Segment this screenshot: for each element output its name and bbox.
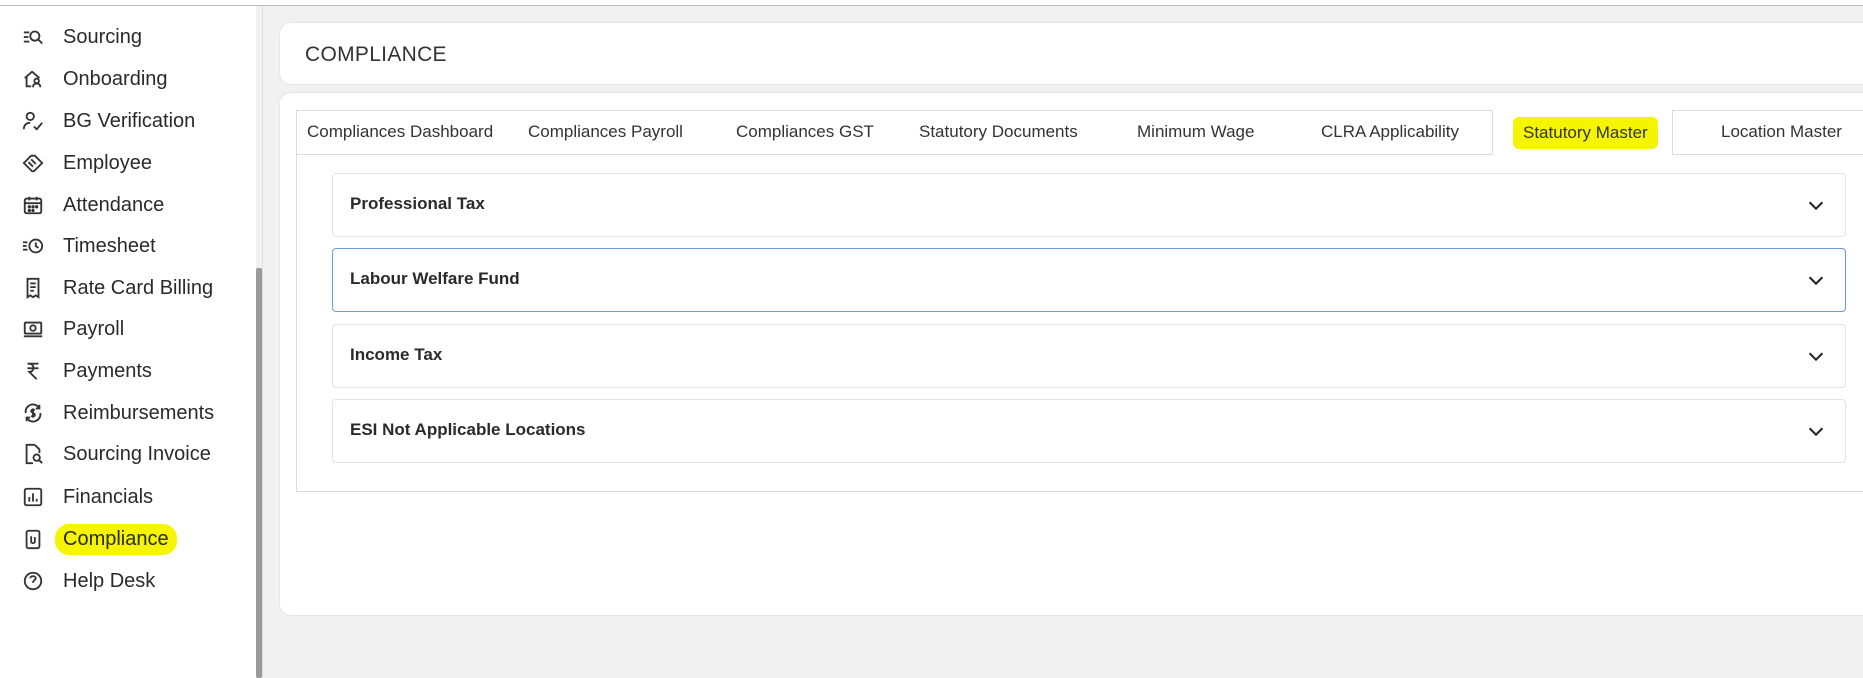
sidebar-item-onboarding[interactable]: Onboarding xyxy=(22,59,168,99)
sidebar-item-bg-verification[interactable]: BG Verification xyxy=(22,101,195,141)
sidebar-item-label: Rate Card Billing xyxy=(63,276,214,299)
handshake-icon xyxy=(22,152,44,174)
tab-bar: Compliances Dashboard Compliances Payrol… xyxy=(296,110,1863,155)
page-title: COMPLIANCE xyxy=(305,43,447,66)
accordion-labour-welfare-fund[interactable]: Labour Welfare Fund xyxy=(332,248,1846,312)
calendar-icon xyxy=(22,194,44,216)
accordion-income-tax[interactable]: Income Tax xyxy=(332,324,1846,388)
sourcing-search-icon xyxy=(22,26,44,48)
chevron-down-icon[interactable] xyxy=(1805,194,1827,216)
clipboard-icon xyxy=(22,528,44,550)
sidebar-item-label: Onboarding xyxy=(63,67,168,90)
sidebar-item-sourcing-invoice[interactable]: Sourcing Invoice xyxy=(22,434,211,474)
sidebar-item-label: Attendance xyxy=(63,193,165,216)
sidebar-item-reimbursements[interactable]: Reimbursements xyxy=(22,393,214,433)
accordion-title: Income Tax xyxy=(350,345,443,364)
sidebar-item-help-desk[interactable]: Help Desk xyxy=(22,561,155,601)
invoice-search-icon xyxy=(22,443,44,465)
sidebar-item-label: Reimbursements xyxy=(63,401,215,424)
clock-list-icon xyxy=(22,235,44,257)
sidebar-item-label: Sourcing Invoice xyxy=(63,442,211,465)
sidebar-item-label: Employee xyxy=(63,151,152,174)
chevron-down-icon[interactable] xyxy=(1805,420,1827,442)
sidebar-item-label: Financials xyxy=(63,485,154,508)
tab-compliances-dashboard[interactable]: Compliances Dashboard xyxy=(307,110,493,154)
refund-dollar-icon xyxy=(22,402,44,424)
sidebar-item-label: Payments xyxy=(63,359,152,382)
sidebar-item-employee[interactable]: Employee xyxy=(22,143,152,183)
sidebar-item-sourcing[interactable]: Sourcing xyxy=(22,17,142,57)
sidebar-item-timesheet[interactable]: Timesheet xyxy=(22,226,156,266)
user-check-icon xyxy=(22,110,44,132)
accordion-title: Labour Welfare Fund xyxy=(350,269,520,288)
accordion-esi-not-applicable-locations[interactable]: ESI Not Applicable Locations xyxy=(332,399,1846,463)
accordion-professional-tax[interactable]: Professional Tax xyxy=(332,173,1846,237)
window-top-edge xyxy=(0,0,1863,6)
sidebar-item-financials[interactable]: Financials xyxy=(22,477,153,517)
receipt-icon xyxy=(22,277,44,299)
sidebar-item-attendance[interactable]: Attendance xyxy=(22,185,164,225)
onboarding-house-user-icon xyxy=(22,68,44,90)
tab-clra-applicability[interactable]: CLRA Applicability xyxy=(1321,110,1459,154)
sidebar-divider xyxy=(262,6,263,678)
sidebar-item-rate-card-billing[interactable]: Rate Card Billing xyxy=(22,268,213,308)
help-icon xyxy=(22,570,44,592)
sidebar-item-label: Payroll xyxy=(63,317,125,340)
accordion-title: ESI Not Applicable Locations xyxy=(350,420,586,439)
sidebar-item-payroll[interactable]: Payroll xyxy=(22,309,124,349)
page-header: COMPLIANCE xyxy=(279,22,1863,85)
sidebar-item-label: Help Desk xyxy=(63,569,156,592)
tab-statutory-master[interactable]: Statutory Master xyxy=(1492,110,1673,155)
sidebar: Sourcing Onboarding BG Verification Empl… xyxy=(0,6,256,678)
money-icon xyxy=(22,318,44,340)
chevron-down-icon[interactable] xyxy=(1805,345,1827,367)
sidebar-item-compliance[interactable]: Compliance xyxy=(22,519,177,559)
sidebar-item-label: Sourcing xyxy=(63,25,142,48)
tab-compliances-gst[interactable]: Compliances GST xyxy=(736,110,874,154)
tab-statutory-documents[interactable]: Statutory Documents xyxy=(919,110,1078,154)
rupee-icon xyxy=(22,360,44,382)
sidebar-item-label: Timesheet xyxy=(63,234,156,257)
tab-location-master[interactable]: Location Master xyxy=(1721,110,1842,154)
accordion-title: Professional Tax xyxy=(350,194,485,213)
sidebar-item-label: Compliance xyxy=(55,523,177,555)
chevron-down-icon[interactable] xyxy=(1805,269,1827,291)
tab-compliances-payroll[interactable]: Compliances Payroll xyxy=(528,110,683,154)
tab-minimum-wage[interactable]: Minimum Wage xyxy=(1137,110,1254,154)
sidebar-item-label: BG Verification xyxy=(63,109,196,132)
bar-chart-icon xyxy=(22,486,44,508)
sidebar-item-payments[interactable]: Payments xyxy=(22,351,152,391)
